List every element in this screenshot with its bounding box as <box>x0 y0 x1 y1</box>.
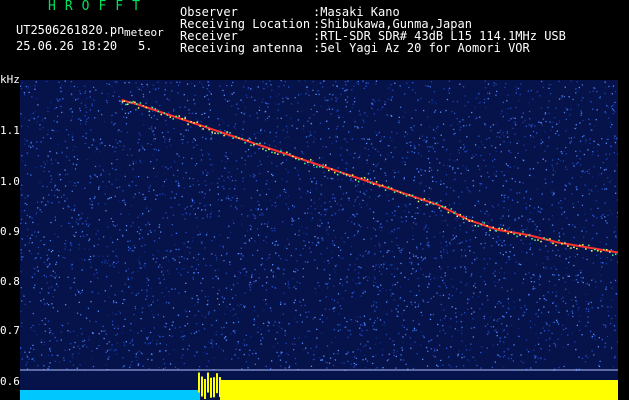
unit-label: kHz <box>0 73 20 86</box>
subtitle: meteor <box>124 26 164 39</box>
antenna-value: :5el Yagi Az 20 for Aomori VOR <box>313 41 530 55</box>
y-tick-label: 0.6 <box>0 375 20 388</box>
signal-spike <box>213 377 215 398</box>
signal-spike <box>201 376 203 397</box>
signal-spike <box>204 378 206 399</box>
spectrogram-canvas <box>20 80 618 400</box>
y-tick-label: 0.9 <box>0 225 20 238</box>
datetime: 25.06.26 18:20 <box>16 39 118 53</box>
y-tick-label: 1.0 <box>0 175 20 188</box>
signal-spike <box>207 372 209 393</box>
antenna-label: Receiving antenna <box>180 41 303 55</box>
y-tick-label: 1.1 <box>0 124 20 137</box>
y-tick-label: 0.7 <box>0 324 20 337</box>
signal-level-bar <box>220 380 618 400</box>
filename: UT2506261820.pn <box>16 23 125 37</box>
noise-level-bar <box>20 390 200 400</box>
signal-spike <box>210 377 212 398</box>
y-tick-label: 0.8 <box>0 275 20 288</box>
noise-speckle <box>20 80 618 372</box>
meteor-trace <box>121 99 618 254</box>
program-title: HROFFT <box>48 0 149 14</box>
signal-spike <box>216 373 218 394</box>
hrofft-window: HROFFT UT2506261820.pn meteor 25.06.26 1… <box>0 0 629 400</box>
signal-spike <box>198 372 200 393</box>
count: 5. <box>138 39 153 53</box>
signal-spike <box>219 377 221 398</box>
spectrogram-plot <box>20 80 618 400</box>
